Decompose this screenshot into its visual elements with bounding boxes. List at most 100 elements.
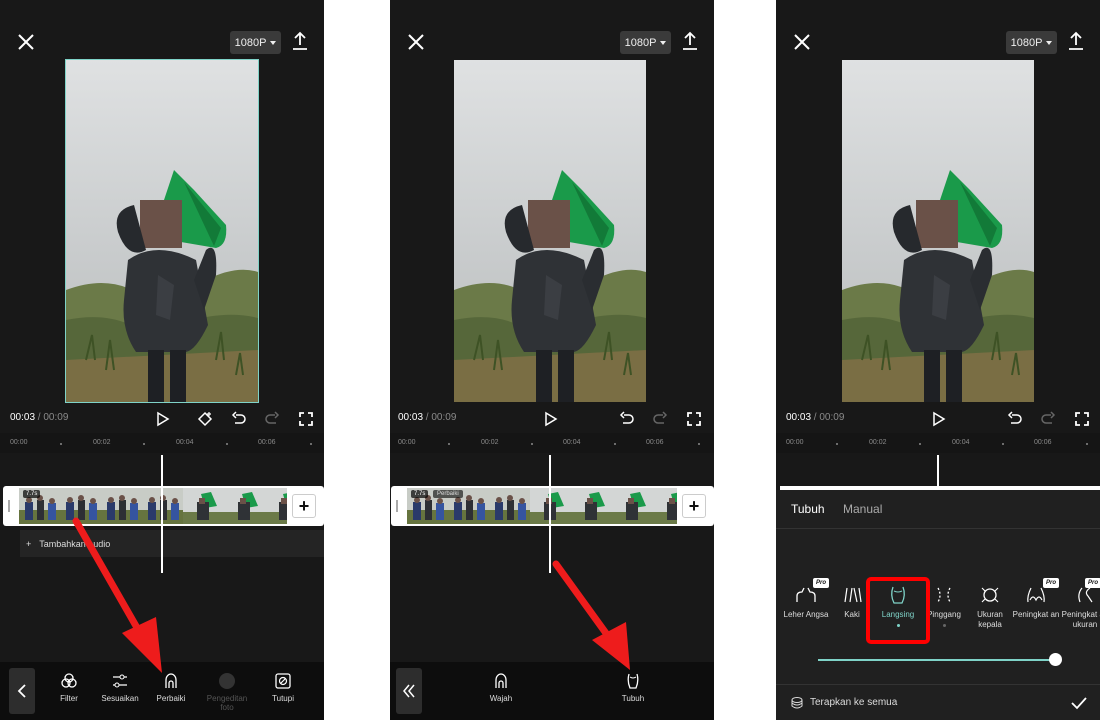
clip-thumbnail [265, 488, 287, 524]
resolution-button[interactable]: 1080P [1006, 31, 1057, 54]
fullscreen-icon[interactable] [1073, 410, 1091, 428]
plus-icon: + [26, 538, 32, 549]
play-icon[interactable] [153, 410, 171, 428]
playhead[interactable] [549, 455, 551, 573]
ruler-dot [919, 443, 921, 445]
back-button[interactable] [9, 668, 35, 714]
timeline-ruler: 00:00 00:02 00:04 00:06 [390, 433, 714, 453]
tool-body[interactable]: Tubuh [605, 672, 661, 703]
apply-bar: Terapkan ke semua [776, 684, 1100, 720]
timeline-ruler: 00:00 00:02 00:04 00:06 [776, 433, 1100, 453]
time-display: 00:03 / 00:09 [786, 412, 844, 423]
play-icon[interactable] [541, 410, 559, 428]
tool-label: Tutupi [272, 694, 294, 703]
ruler-dot [60, 443, 62, 445]
clip-thumbnail [489, 488, 530, 524]
check-icon[interactable] [1070, 695, 1088, 711]
fullscreen-icon[interactable] [297, 410, 315, 428]
tool-label: Filter [60, 694, 78, 703]
ruler-tick: 00:02 [869, 439, 887, 446]
ruler-tick: 00:00 [398, 439, 416, 446]
time-display: 00:03 / 00:09 [10, 412, 68, 423]
option-label: Pinggang [927, 610, 961, 619]
undo-icon[interactable] [1006, 410, 1024, 428]
resolution-button[interactable]: 1080P [620, 31, 671, 54]
video-clip-track[interactable]: 7.7s Perbaiki + [391, 486, 714, 526]
add-audio-button[interactable]: + Tambahkan audio [20, 530, 324, 557]
ruler-dot [1086, 443, 1088, 445]
ruler-dot [531, 443, 533, 445]
current-time: 00:03 [398, 412, 424, 423]
clip-duration-badge: 7.7s [23, 490, 41, 498]
add-clip-button[interactable]: + [682, 494, 706, 518]
redo-icon[interactable] [1039, 410, 1057, 428]
overlay-icon [275, 673, 291, 689]
resolution-button[interactable]: 1080P [230, 31, 281, 54]
tool-label: Perbaiki [156, 694, 186, 703]
fullscreen-icon[interactable] [685, 410, 703, 428]
tool-face[interactable]: Wajah [473, 672, 529, 703]
face-icon [495, 673, 507, 688]
clip-thumbnail [571, 488, 612, 524]
tab-tubuh[interactable]: Tubuh [791, 502, 825, 516]
play-icon[interactable] [929, 410, 947, 428]
ruler-tick: 00:00 [10, 439, 28, 446]
option-label: Leher Angsa [783, 610, 829, 619]
option-label: Peningkat an ukuran [1061, 610, 1100, 629]
body-icon [627, 673, 639, 689]
option-peningkatan[interactable]: Pro Peningkat an [1011, 578, 1061, 620]
back-button[interactable] [396, 668, 422, 714]
ruler-dot [614, 443, 616, 445]
close-icon[interactable] [404, 30, 428, 54]
close-icon[interactable] [790, 30, 814, 54]
video-preview[interactable] [65, 59, 259, 403]
ruler-tick: 00:04 [952, 439, 970, 446]
intensity-slider[interactable] [818, 653, 1062, 666]
option-label: Ukuran kepala [977, 610, 1003, 629]
red-highlight-annotation [866, 577, 930, 644]
tool-overlay[interactable]: Tutupi [255, 672, 311, 703]
video-preview[interactable] [842, 60, 1034, 402]
export-icon[interactable] [680, 30, 700, 52]
red-arrow-annotation [552, 560, 630, 670]
playhead[interactable] [937, 455, 939, 487]
neck-icon [796, 587, 816, 602]
add-clip-button[interactable]: + [292, 494, 316, 518]
export-icon[interactable] [1066, 30, 1086, 52]
option-leher-angsa[interactable]: Pro Leher Angsa [781, 578, 831, 620]
clip-trim-handle[interactable] [8, 500, 10, 512]
tool-photo-edit: Pengeditan foto [199, 672, 255, 712]
ruler-dot [310, 443, 312, 445]
ruler-dot [698, 443, 700, 445]
legs-icon [844, 587, 862, 603]
playback-controls: 00:03 / 00:09 [0, 405, 324, 433]
close-icon[interactable] [14, 30, 38, 54]
total-time: / 00:09 [423, 412, 457, 423]
size-enhance-icon [1078, 587, 1093, 603]
clip-trim-handle[interactable] [396, 500, 398, 512]
apply-to-all-toggle[interactable]: Terapkan ke semua [810, 697, 897, 708]
tab-manual[interactable]: Manual [843, 502, 882, 516]
total-time: / 00:09 [811, 412, 845, 423]
ruler-tick: 00:02 [481, 439, 499, 446]
tool-label: Tubuh [621, 694, 645, 703]
undo-icon[interactable] [618, 410, 636, 428]
double-chevron-left-icon [403, 684, 415, 698]
video-preview[interactable] [454, 60, 646, 402]
redo-icon[interactable] [263, 410, 281, 428]
keyframe-icon[interactable] [196, 410, 214, 428]
resolution-label: 1080P [1010, 36, 1043, 49]
option-label: Peningkat an [1012, 610, 1060, 619]
clip-duration-badge: 7.7s [411, 490, 429, 498]
current-time: 00:03 [786, 412, 812, 423]
option-peningkatan-ukuran[interactable]: Pro Peningkat an ukuran [1057, 578, 1100, 630]
option-ukuran-kepala[interactable]: Ukuran kepala [965, 586, 1015, 630]
time-display: 00:03 / 00:09 [398, 412, 456, 423]
caret-down-icon [660, 40, 667, 45]
undo-icon[interactable] [230, 410, 248, 428]
slider-knob[interactable] [1049, 653, 1062, 666]
redo-icon[interactable] [651, 410, 669, 428]
timeline-ruler: 00:00 00:02 00:04 00:06 [0, 433, 324, 453]
export-icon[interactable] [290, 30, 310, 52]
editor-screen-3: 1080P 00:03 / 00:09 00:00 00:02 00:04 00… [776, 0, 1100, 720]
